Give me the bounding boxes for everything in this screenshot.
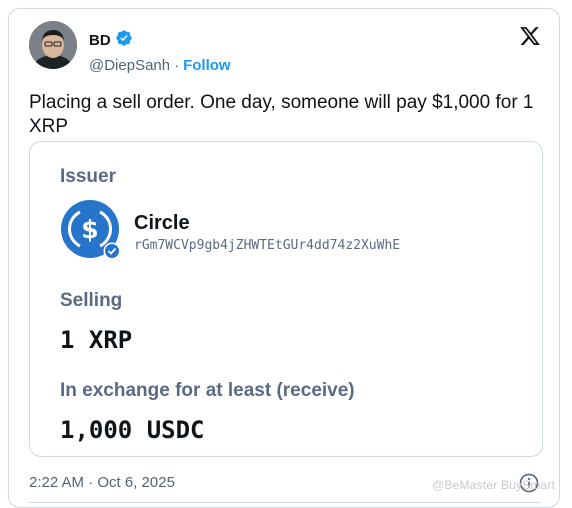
selling-value: 1 XRP — [60, 326, 133, 354]
author-handle-row: @DiepSanh · Follow — [89, 57, 231, 74]
order-card[interactable]: Issuer $ Circle rGm7WCVp9gb4jZHWTEtGUr4d… — [29, 141, 543, 457]
svg-text:$: $ — [81, 215, 98, 244]
tweet-text: Placing a sell order. One day, someone w… — [29, 92, 534, 137]
issuer-name: Circle — [134, 212, 190, 234]
divider — [29, 502, 541, 503]
exchange-value: 1,000 USDC — [60, 416, 205, 444]
follow-button[interactable]: Follow — [183, 57, 231, 74]
tweet-timestamp[interactable]: 2:22 AM · Oct 6, 2025 — [29, 474, 175, 491]
author-handle[interactable]: @DiepSanh — [89, 57, 170, 74]
avatar[interactable] — [29, 21, 77, 69]
issuer-label: Issuer — [60, 166, 116, 187]
usdc-icon: $ — [60, 199, 122, 261]
tweet-card: BD @DiepSanh · Follow Placing a sell ord… — [8, 8, 560, 508]
issuer-address: rGm7WCVp9gb4jZHWTEtGUr4dd74z2XuWhE — [134, 238, 401, 253]
author-display-name[interactable]: BD — [89, 32, 111, 49]
exchange-label: In exchange for at least (receive) — [60, 380, 355, 401]
x-logo-icon[interactable] — [519, 25, 541, 47]
separator-dot: · — [174, 57, 180, 74]
verified-badge-icon — [115, 29, 133, 52]
watermark: @BeMaster BuySmart — [432, 478, 556, 492]
author-name-row: BD — [89, 29, 133, 52]
selling-label: Selling — [60, 290, 123, 311]
